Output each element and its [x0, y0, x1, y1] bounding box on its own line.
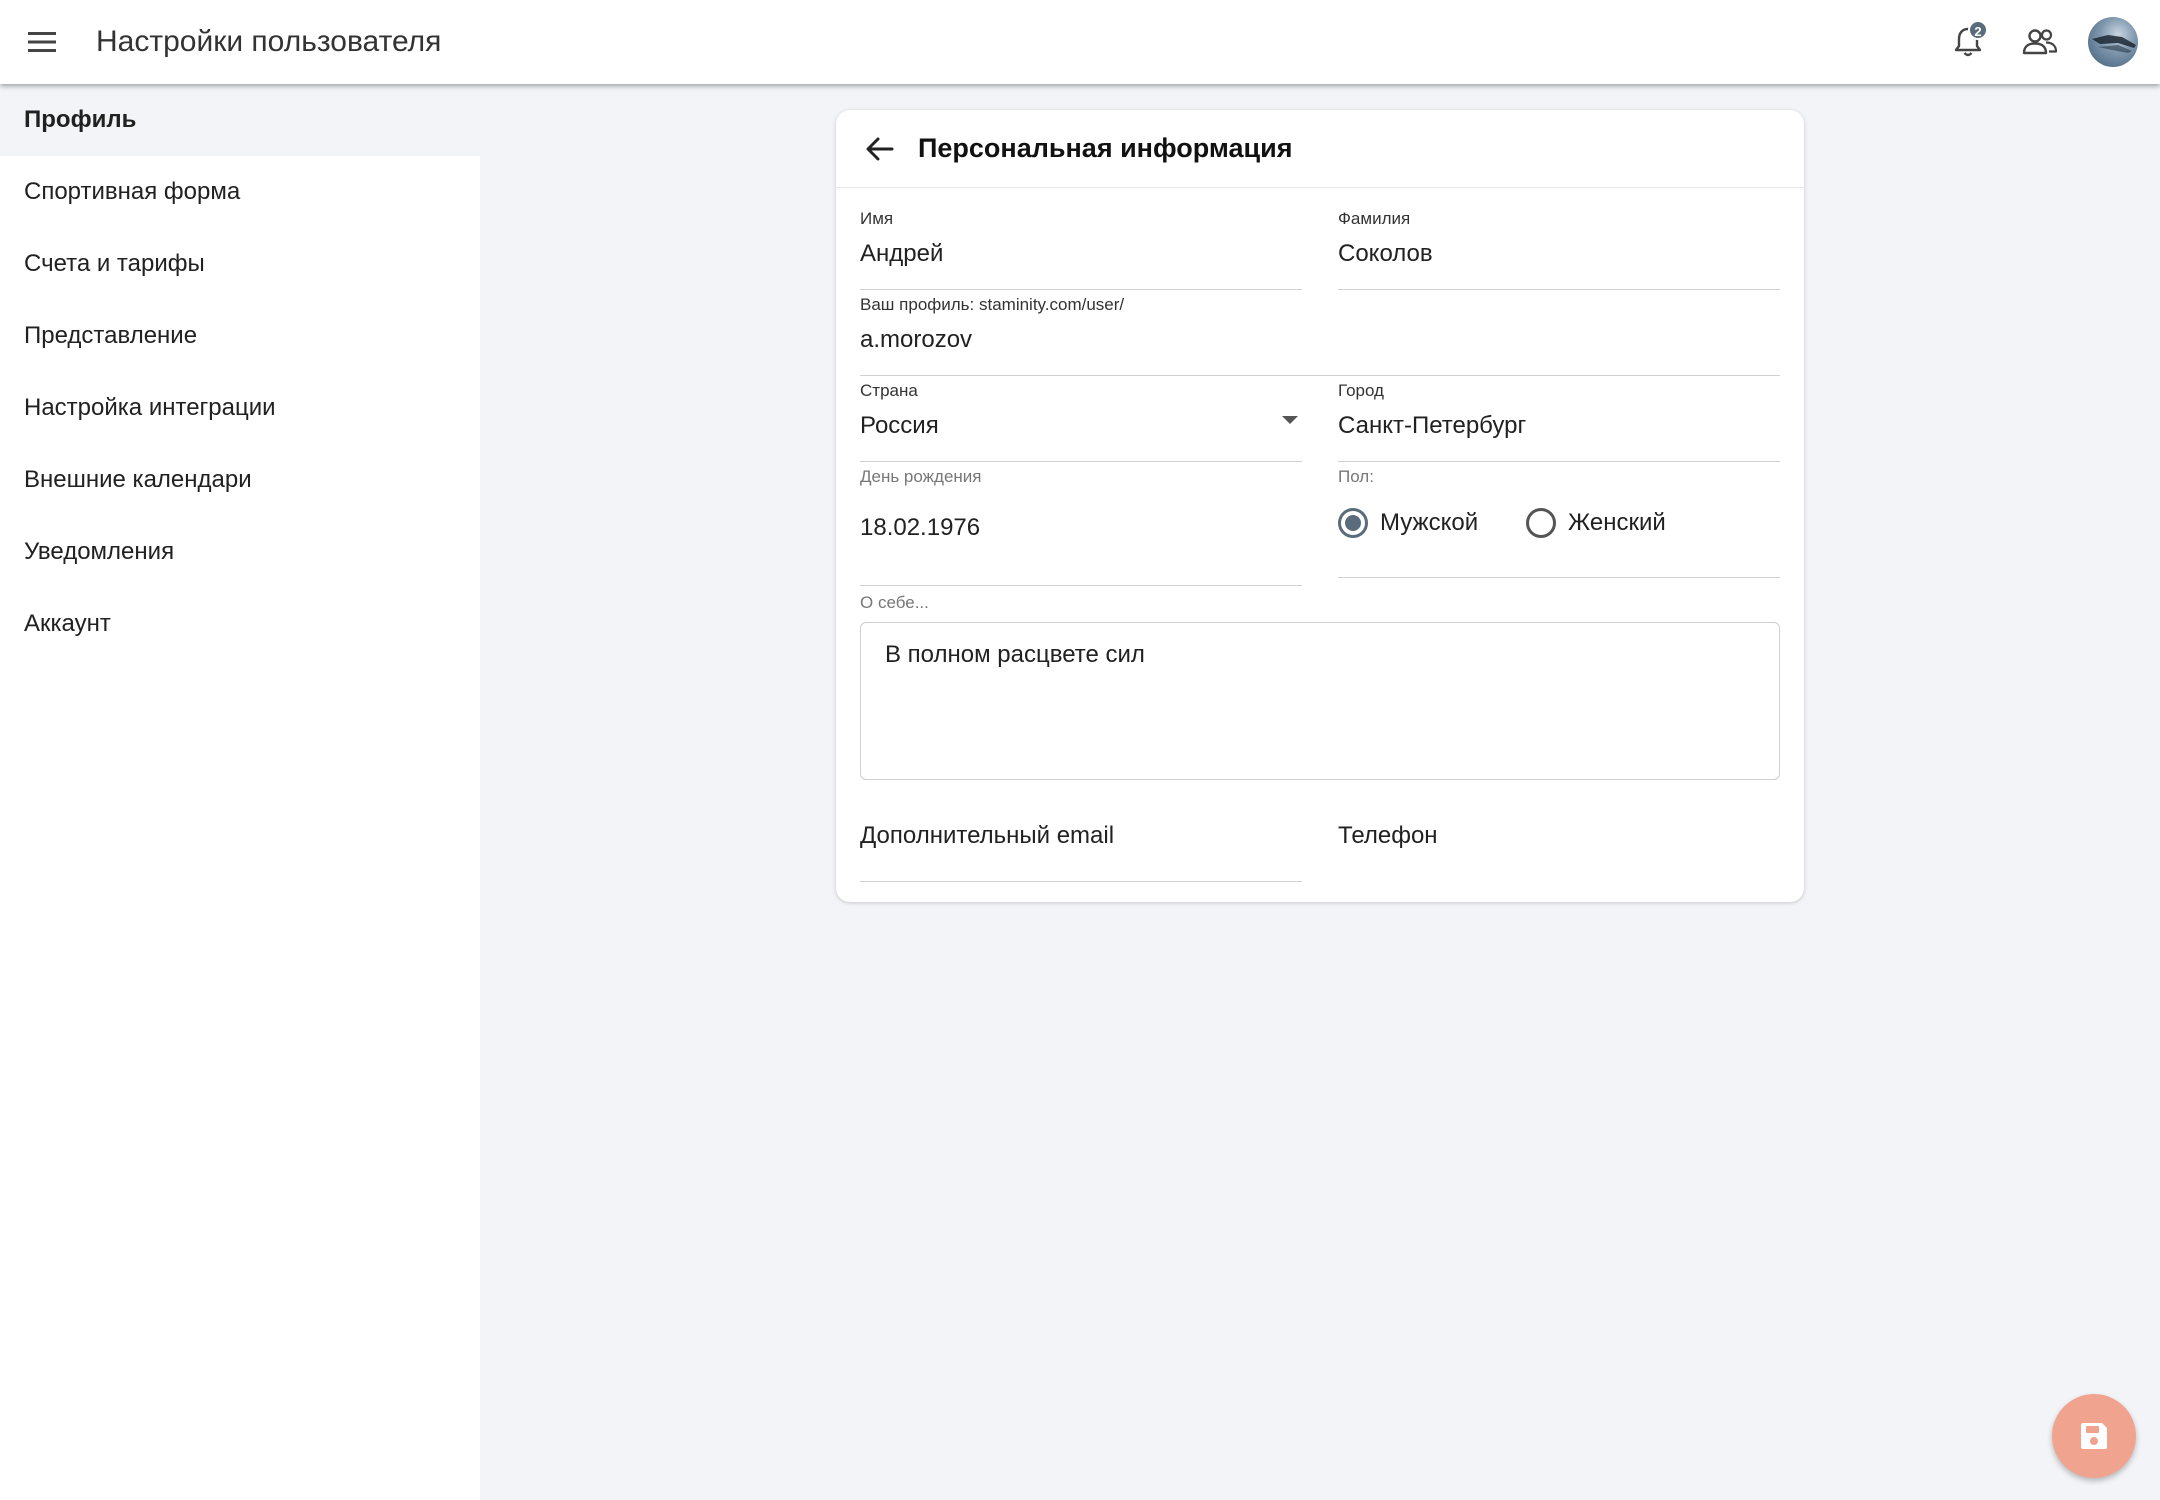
personal-info-card: Персональная информация Имя Фамилия Ваш …	[836, 110, 1804, 902]
last-name-field: Фамилия	[1338, 208, 1780, 290]
gender-underline	[1338, 577, 1780, 578]
gender-label: Пол:	[1338, 467, 1374, 486]
avatar[interactable]	[2088, 17, 2138, 67]
radio-unchecked-icon	[1526, 508, 1556, 538]
gender-radio-male[interactable]: Мужской	[1338, 508, 1478, 538]
gender-male-label: Мужской	[1380, 509, 1479, 536]
notification-count-badge: 2	[1968, 20, 1988, 40]
sidebar-item-sport-form[interactable]: Спортивная форма	[0, 156, 480, 228]
profile-url-input[interactable]	[860, 324, 1780, 356]
sidebar-item-billing[interactable]: Счета и тарифы	[0, 228, 480, 300]
extra-email-underline	[860, 881, 1302, 882]
about-label: О себе...	[860, 593, 929, 612]
sidebar-item-external-calendars[interactable]: Внешние календари	[0, 444, 480, 516]
extra-email-input[interactable]	[860, 820, 1302, 852]
profile-url-underline	[860, 375, 1780, 376]
first-name-label: Имя	[860, 209, 894, 228]
avatar-image-icon	[2092, 35, 2136, 53]
first-name-underline	[860, 289, 1302, 290]
top-app-bar: Настройки пользователя 2	[0, 0, 2160, 84]
phone-input[interactable]	[1338, 820, 1780, 852]
back-button[interactable]	[860, 129, 900, 169]
gender-female-label: Женский	[1568, 509, 1666, 536]
first-name-input[interactable]	[860, 238, 1302, 270]
extra-email-field	[860, 820, 1302, 882]
country-select[interactable]: Страна Россия	[860, 380, 1302, 462]
sidebar-item-integrations[interactable]: Настройка интеграции	[0, 372, 480, 444]
card-header: Персональная информация	[836, 110, 1804, 188]
birthday-field: День рождения	[860, 466, 1302, 586]
gender-radio-female[interactable]: Женский	[1526, 508, 1666, 538]
last-name-label: Фамилия	[1338, 209, 1411, 228]
about-textarea[interactable]: В полном расцвете сил	[860, 622, 1780, 780]
chevron-down-icon	[1282, 416, 1298, 424]
city-underline	[1338, 461, 1780, 462]
users-button[interactable]	[2016, 18, 2064, 66]
birthday-label: День рождения	[860, 467, 982, 486]
birthday-input[interactable]	[860, 512, 1302, 544]
floppy-disk-icon	[2081, 1423, 2107, 1449]
sidebar-item-profile[interactable]: Профиль	[0, 84, 480, 156]
sidebar-item-notifications[interactable]: Уведомления	[0, 516, 480, 588]
card-title: Персональная информация	[918, 133, 1293, 163]
users-icon	[2022, 29, 2058, 55]
save-button[interactable]	[2052, 1394, 2136, 1478]
page-title: Настройки пользователя	[96, 25, 442, 58]
last-name-underline	[1338, 289, 1780, 290]
gender-field: Пол: Мужской Женский	[1338, 466, 1780, 578]
phone-field	[1338, 820, 1780, 882]
birthday-underline	[860, 585, 1302, 586]
last-name-input[interactable]	[1338, 238, 1780, 270]
country-value: Россия	[860, 412, 939, 439]
profile-url-label: Ваш профиль: staminity.com/user/	[860, 295, 1125, 314]
settings-sidebar: Профиль Спортивная форма Счета и тарифы …	[0, 84, 480, 1500]
notifications-button[interactable]: 2	[1944, 18, 1992, 66]
radio-checked-icon	[1338, 508, 1368, 538]
sidebar-item-account[interactable]: Аккаунт	[0, 588, 480, 660]
sidebar-item-display[interactable]: Представление	[0, 300, 480, 372]
radio-dot	[1345, 515, 1361, 531]
country-underline	[860, 461, 1302, 462]
arrow-left-icon	[866, 137, 894, 160]
city-input[interactable]	[1338, 410, 1780, 442]
menu-icon[interactable]	[24, 24, 60, 60]
city-field: Город	[1338, 380, 1780, 462]
country-label: Страна	[860, 381, 918, 400]
city-label: Город	[1338, 381, 1384, 400]
first-name-field: Имя	[860, 208, 1302, 290]
profile-url-field: Ваш профиль: staminity.com/user/	[860, 294, 1780, 376]
